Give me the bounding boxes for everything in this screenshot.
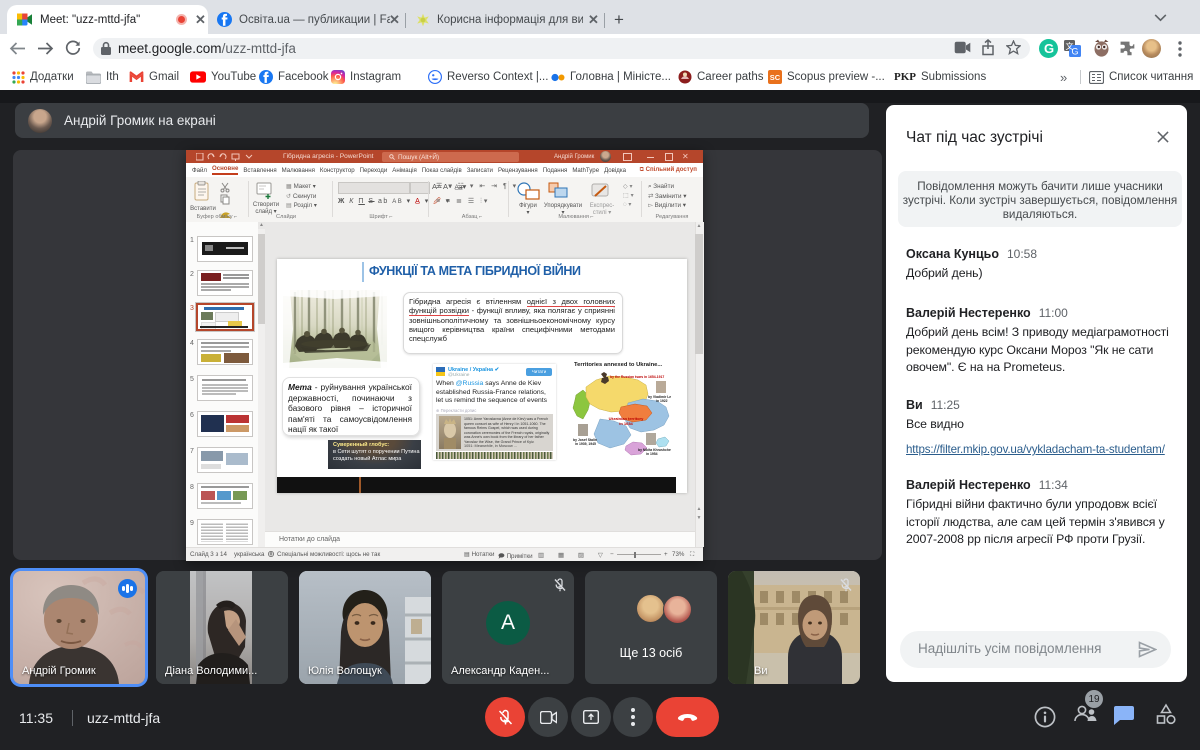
svg-text:文: 文 [1066,41,1074,51]
svg-text:SC: SC [770,73,781,82]
svg-text:by the Russian tsars in 1654-1: by the Russian tsars in 1654-1917 [610,375,664,379]
svg-text:in 1954: in 1954 [646,452,658,456]
svg-text:in 1654: in 1654 [619,421,633,426]
svg-text:in 1939, 1945: in 1939, 1945 [575,442,596,446]
svg-text:in 1922: in 1922 [656,399,668,403]
